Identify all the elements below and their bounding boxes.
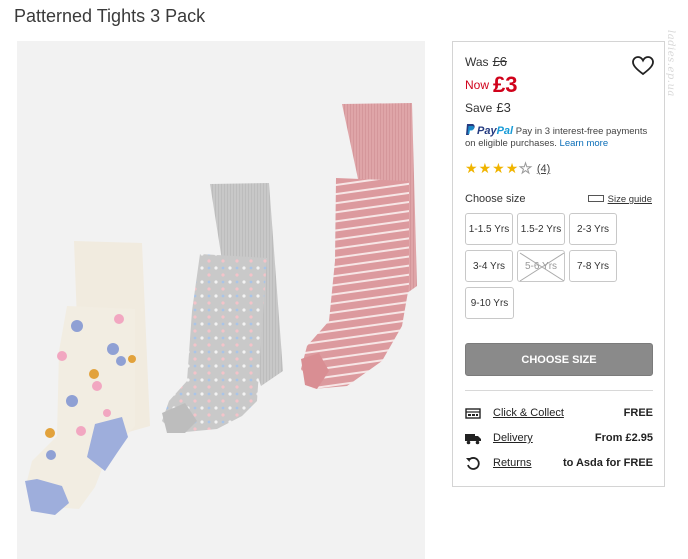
- paypal-logo: PayPal: [477, 125, 514, 137]
- returns-value: to Asda for FREE: [562, 457, 653, 469]
- now-value: £3: [493, 72, 518, 97]
- paypal-icon: [466, 124, 475, 135]
- size-option[interactable]: 1.5-2 Yrs: [517, 213, 565, 245]
- now-price: Now £3: [465, 72, 518, 98]
- choose-size-label: Choose size: [465, 193, 526, 205]
- paypal-learn-more-link[interactable]: Learn more: [560, 138, 609, 149]
- size-option[interactable]: 3-4 Yrs: [465, 250, 513, 282]
- delivery-row-click-collect: Click & Collect FREE: [465, 405, 653, 423]
- delivery-row-delivery: Delivery From £2.95: [465, 430, 653, 448]
- wishlist-heart-icon[interactable]: [632, 56, 654, 76]
- was-value: £6: [492, 54, 508, 69]
- delivery-row-returns: Returns to Asda for FREE: [465, 455, 653, 473]
- was-label: Was: [465, 55, 489, 69]
- star-empty-icon: ★: [519, 160, 533, 177]
- star-filled-icon: ★: [505, 160, 520, 176]
- rating-stars: ★★★★★: [465, 160, 533, 177]
- store-icon: [465, 408, 481, 419]
- size-option[interactable]: 7-8 Yrs: [569, 250, 617, 282]
- choose-size-button[interactable]: CHOOSE SIZE: [465, 343, 653, 376]
- size-option[interactable]: 9-10 Yrs: [465, 287, 514, 319]
- size-option-unavailable[interactable]: 5-6 Yrs: [517, 250, 565, 282]
- buy-box: Was £6 Now £3 Save £3 PayPal Pay in 3 inter…: [452, 41, 665, 487]
- paypal-message: PayPal Pay in 3 interest-free payments o…: [465, 124, 660, 150]
- returns-icon: [466, 457, 480, 470]
- product-image-socks: [25, 103, 417, 515]
- click-collect-value: FREE: [623, 407, 653, 419]
- page-title: Patterned Tights 3 Pack: [14, 6, 206, 26]
- save-value: £3: [496, 100, 511, 115]
- truck-icon: [465, 434, 481, 445]
- review-count-link[interactable]: (4): [537, 163, 550, 175]
- delivery-link[interactable]: Delivery: [493, 432, 533, 444]
- ruler-icon: [587, 195, 604, 202]
- size-option[interactable]: 2-3 Yrs: [569, 213, 617, 245]
- size-option[interactable]: 1-1.5 Yrs: [465, 213, 513, 245]
- size-guide-link[interactable]: Size guide: [587, 194, 652, 205]
- now-label: Now: [465, 78, 490, 92]
- click-collect-link[interactable]: Click & Collect: [493, 407, 564, 419]
- product-image[interactable]: [17, 41, 425, 559]
- was-price: Was £6: [465, 54, 507, 69]
- star-filled-icon: ★: [492, 160, 506, 176]
- delivery-value: From £2.95: [594, 432, 653, 444]
- save-label: Save: [465, 101, 493, 115]
- star-rating[interactable]: ★★★★★ (4): [465, 160, 550, 177]
- divider: [465, 390, 653, 391]
- returns-link[interactable]: Returns: [493, 457, 532, 469]
- star-filled-icon: ★: [465, 160, 479, 176]
- star-filled-icon: ★: [478, 160, 493, 176]
- save-price: Save £3: [465, 100, 511, 115]
